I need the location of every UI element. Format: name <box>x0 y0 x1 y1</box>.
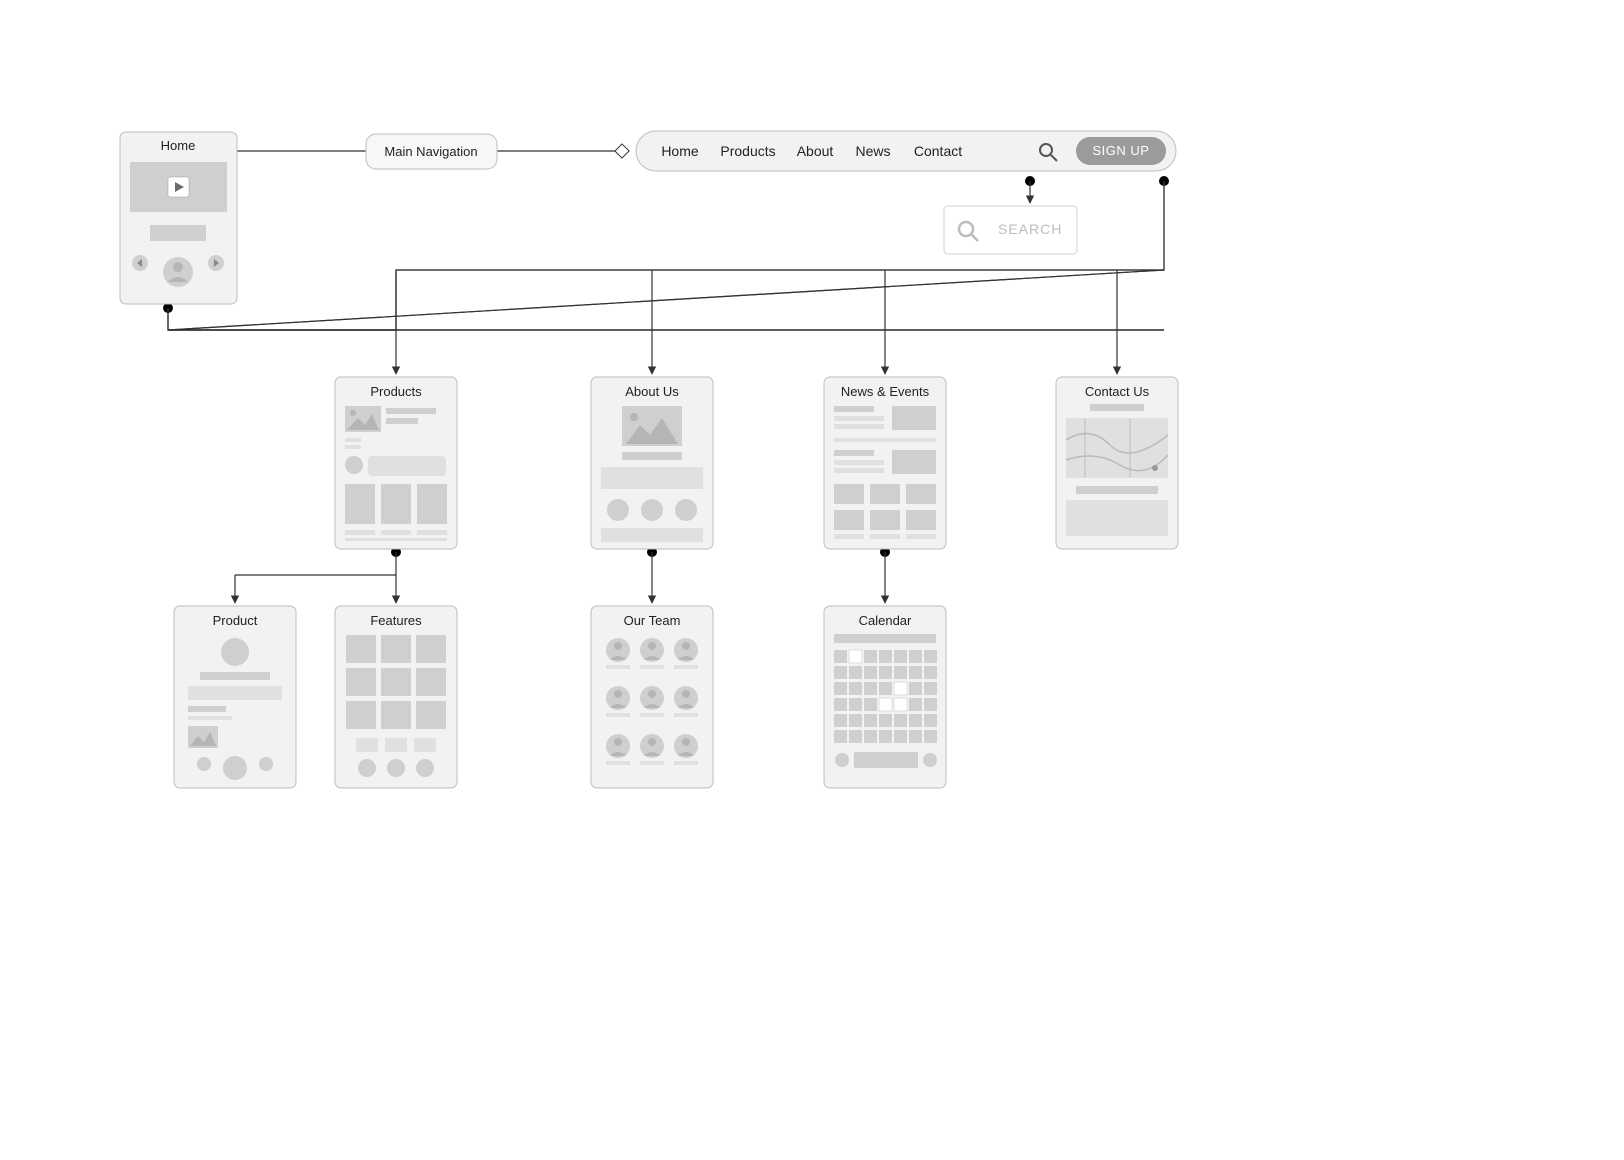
products-card[interactable]: Products <box>335 377 457 549</box>
carousel-next-icon <box>923 753 937 767</box>
team-avatars <box>606 638 698 765</box>
avatar-icon <box>345 456 363 474</box>
team-title: Our Team <box>624 613 681 628</box>
news-title: News & Events <box>841 384 930 399</box>
product-title: Product <box>213 613 258 628</box>
navigation-bar: Home Products About News Contact SIGN UP <box>636 131 1176 171</box>
about-card[interactable]: About Us <box>591 377 713 549</box>
map-pin-icon <box>1152 465 1158 471</box>
nav-item-news[interactable]: News <box>855 143 890 159</box>
signup-label: SIGN UP <box>1093 143 1150 158</box>
features-card[interactable]: Features <box>335 606 457 788</box>
nav-item-home[interactable]: Home <box>661 143 699 159</box>
nav-item-products[interactable]: Products <box>720 143 775 159</box>
products-title: Products <box>370 384 422 399</box>
about-title: About Us <box>625 384 679 399</box>
main-nav-label: Main Navigation <box>384 144 477 159</box>
features-title: Features <box>370 613 422 628</box>
main-navigation-node[interactable]: Main Navigation <box>366 134 497 169</box>
search-placeholder: SEARCH <box>998 221 1062 237</box>
nav-item-about[interactable]: About <box>797 143 834 159</box>
search-box[interactable]: SEARCH <box>944 206 1077 254</box>
carousel-prev-icon <box>197 757 211 771</box>
contact-card[interactable]: Contact Us <box>1056 377 1178 549</box>
calendar-title: Calendar <box>859 613 912 628</box>
news-card[interactable]: News & Events <box>824 377 946 549</box>
home-title: Home <box>161 138 196 153</box>
carousel-next-icon <box>259 757 273 771</box>
team-card[interactable]: Our Team <box>591 606 713 788</box>
home-card[interactable]: Home <box>120 132 237 304</box>
nav-item-contact[interactable]: Contact <box>914 143 962 159</box>
carousel-prev-icon <box>835 753 849 767</box>
avatar-icon <box>223 756 247 780</box>
calendar-card[interactable]: Calendar <box>824 606 946 788</box>
product-card[interactable]: Product <box>174 606 296 788</box>
contact-title: Contact Us <box>1085 384 1150 399</box>
